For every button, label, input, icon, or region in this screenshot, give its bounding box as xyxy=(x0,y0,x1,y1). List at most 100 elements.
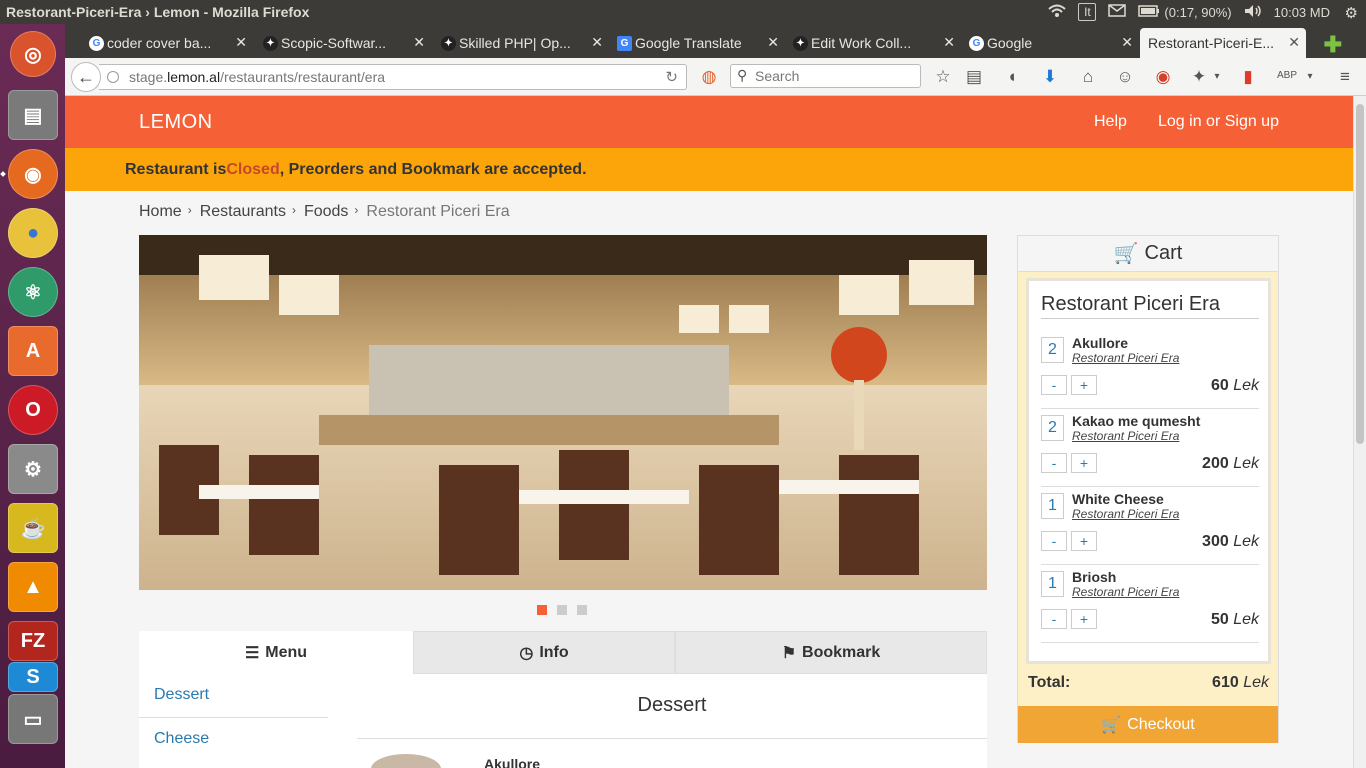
tab-close-icon[interactable]: ✕ xyxy=(767,34,779,51)
color-picker-icon[interactable]: ◉ xyxy=(1153,67,1173,87)
teapot-icon[interactable]: ☕ xyxy=(8,503,58,553)
scanner-icon[interactable]: ▭ xyxy=(8,694,58,744)
checkout-button[interactable]: 🛒 Checkout xyxy=(1018,706,1278,743)
total-value: 610 xyxy=(1212,674,1239,691)
decrease-quantity-button[interactable]: - xyxy=(1041,453,1067,473)
cart-item-quantity: 2 xyxy=(1041,337,1064,363)
adblock-icon[interactable]: ABP xyxy=(1277,70,1297,81)
decrease-quantity-button[interactable]: - xyxy=(1041,375,1067,395)
tab-menu[interactable]: ☰ Menu xyxy=(139,631,413,674)
firefox-icon[interactable]: ◉ xyxy=(8,149,58,199)
chevron-down-icon[interactable]: ▾ xyxy=(1207,71,1227,82)
vlc-icon[interactable]: ▲ xyxy=(8,562,58,612)
system-settings-icon[interactable]: ⚙ xyxy=(8,444,58,494)
tab-close-icon[interactable]: ✕ xyxy=(235,34,247,51)
home-icon[interactable]: ⌂ xyxy=(1078,67,1098,87)
tab-close-icon[interactable]: ✕ xyxy=(591,34,603,51)
scrollbar-thumb[interactable] xyxy=(1356,104,1364,444)
carousel-dot[interactable] xyxy=(577,605,587,615)
cart-item: 1 White Cheese Restorant Piceri Era - + … xyxy=(1041,487,1259,565)
carousel-dot[interactable] xyxy=(557,605,567,615)
reading-list-icon[interactable]: ▤ xyxy=(964,67,984,87)
power-gear-icon[interactable]: ⚙ xyxy=(1345,4,1358,22)
breadcrumb-home[interactable]: Home xyxy=(139,203,182,221)
search-input[interactable]: ⚲ Search xyxy=(730,64,921,88)
brand-logo[interactable]: LEMON xyxy=(139,111,213,134)
chrome-icon[interactable]: ● xyxy=(8,208,58,258)
tab-google[interactable]: G Google ✕ xyxy=(963,28,1139,58)
downloads-icon[interactable]: ⬇ xyxy=(1040,67,1060,87)
search-placeholder: Search xyxy=(755,68,800,84)
tab-bookmark[interactable]: ⚑ Bookmark xyxy=(675,631,987,674)
category-link-dessert[interactable]: Dessert xyxy=(154,686,209,704)
tab-edit-work[interactable]: ✦ Edit Work Coll... ✕ xyxy=(787,28,961,58)
cart-item-restaurant-link[interactable]: Restorant Piceri Era xyxy=(1072,585,1179,599)
section-divider xyxy=(357,738,987,739)
carousel-dot[interactable] xyxy=(537,605,547,615)
new-tab-plus-icon[interactable]: ✚ xyxy=(1324,32,1342,58)
ninja-favicon-icon: ✦ xyxy=(263,36,278,51)
battery-indicator[interactable]: (0:17, 90%) xyxy=(1138,5,1232,20)
tab-coder-cover[interactable]: G coder cover ba... ✕ xyxy=(83,28,253,58)
pocket-icon[interactable]: ◖ xyxy=(1002,67,1022,87)
help-link[interactable]: Help xyxy=(1094,113,1127,131)
chat-icon[interactable]: ☺ xyxy=(1115,67,1135,87)
hamburger-menu-icon[interactable]: ≡ xyxy=(1335,67,1355,87)
increase-quantity-button[interactable]: + xyxy=(1071,453,1097,473)
tab-close-icon[interactable]: ✕ xyxy=(943,34,955,51)
software-center-icon[interactable]: A xyxy=(8,326,58,376)
increase-quantity-button[interactable]: + xyxy=(1071,609,1097,629)
tab-close-icon[interactable]: ✕ xyxy=(1121,34,1133,51)
opera-icon[interactable]: O xyxy=(8,385,58,435)
tab-info[interactable]: ◷ Info xyxy=(413,631,675,674)
cart-item-quantity: 1 xyxy=(1041,493,1064,519)
back-button[interactable]: ← xyxy=(71,62,101,92)
tab-skilled-php[interactable]: ✦ Skilled PHP| Op... ✕ xyxy=(435,28,609,58)
cart-item-restaurant-link[interactable]: Restorant Piceri Era xyxy=(1072,507,1179,521)
increase-quantity-button[interactable]: + xyxy=(1071,531,1097,551)
clock[interactable]: 10:03 MD xyxy=(1274,5,1330,20)
url-bar[interactable]: stage. lemon.al/restaurants/restaurant/er… xyxy=(99,64,687,90)
tab-restorant-piceri[interactable]: Restorant-Piceri-E... ✕ xyxy=(1140,28,1306,58)
cart-total-amount: 610 Lek xyxy=(1212,674,1269,692)
chevron-down-icon[interactable]: ▾ xyxy=(1300,71,1320,82)
page-scrollbar[interactable] xyxy=(1353,96,1366,768)
notice-suffix: , Preorders and Bookmark are accepted. xyxy=(279,160,587,178)
clock-icon: ◷ xyxy=(519,644,534,662)
increase-quantity-button[interactable]: + xyxy=(1071,375,1097,395)
atom-icon[interactable]: ⚛ xyxy=(8,267,58,317)
mail-icon[interactable] xyxy=(1108,4,1127,20)
restaurant-status-notice: Restaurant is Closed, Preorders and Book… xyxy=(65,148,1353,191)
filezilla-icon[interactable]: FZ xyxy=(8,621,58,661)
decrease-quantity-button[interactable]: - xyxy=(1041,531,1067,551)
decrease-quantity-button[interactable]: - xyxy=(1041,609,1067,629)
files-icon[interactable]: ▤ xyxy=(8,90,58,140)
cart-item-restaurant-link[interactable]: Restorant Piceri Era xyxy=(1072,351,1179,365)
volume-icon[interactable] xyxy=(1244,4,1262,21)
ninja-extension-icon[interactable]: ✦ xyxy=(1189,67,1209,87)
food-item-thumbnail[interactable] xyxy=(371,754,441,768)
category-divider xyxy=(139,717,328,718)
basketball-extension-icon[interactable]: ◍ xyxy=(699,67,719,87)
site-header: LEMON Help Log in or Sign up xyxy=(65,96,1353,148)
tab-google-translate[interactable]: G Google Translate ✕ xyxy=(611,28,785,58)
wifi-icon[interactable] xyxy=(1048,4,1067,21)
login-signup-link[interactable]: Log in or Sign up xyxy=(1158,113,1279,131)
cart-item-restaurant-link[interactable]: Restorant Piceri Era xyxy=(1072,429,1179,443)
tab-close-icon[interactable]: ✕ xyxy=(1288,34,1300,51)
food-item-name[interactable]: Akullore xyxy=(484,756,540,768)
category-link-cheese[interactable]: Cheese xyxy=(154,730,209,748)
breadcrumb-foods[interactable]: Foods xyxy=(304,203,348,221)
keyboard-layout-indicator[interactable]: It xyxy=(1078,3,1097,21)
cart-panel: 🛒 Cart Restorant Piceri Era 2 Akullore R… xyxy=(1017,235,1279,743)
site-info-icon[interactable] xyxy=(107,71,119,83)
tab-info-label: Info xyxy=(539,643,569,661)
bookmark-star-icon[interactable]: ☆ xyxy=(933,67,953,87)
tab-scopic[interactable]: ✦ Scopic-Softwar... ✕ xyxy=(257,28,431,58)
ubuntu-dash-icon[interactable]: ◎ xyxy=(10,31,56,77)
breadcrumb-restaurants[interactable]: Restaurants xyxy=(200,203,286,221)
skype-icon[interactable]: S xyxy=(8,662,58,692)
bottle-extension-icon[interactable]: ▮ xyxy=(1238,67,1258,87)
reload-icon[interactable]: ↻ xyxy=(665,68,678,86)
tab-close-icon[interactable]: ✕ xyxy=(413,34,425,51)
